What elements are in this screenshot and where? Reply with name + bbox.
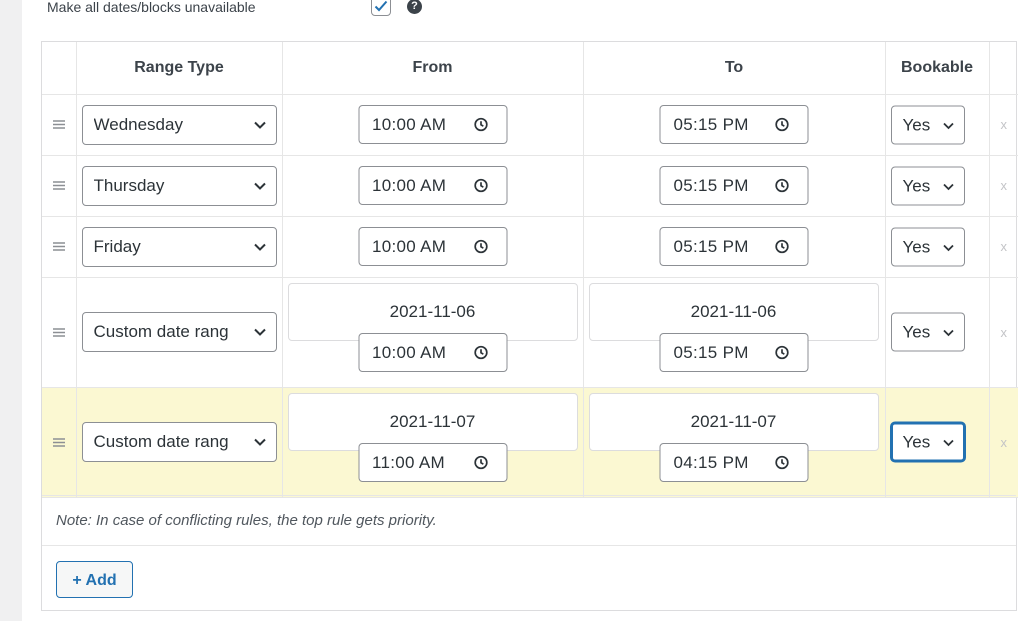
to-time-input[interactable]: 05:15 PM <box>659 165 809 205</box>
range-type-header: Range Type <box>75 42 283 95</box>
chevron-down-icon <box>942 439 954 447</box>
priority-note: Note: In case of conflicting rules, the … <box>42 495 1016 546</box>
drag-handle[interactable] <box>42 93 77 156</box>
table-row: Thursday 10:00 AM 05:15 PM Yes x <box>42 154 1018 217</box>
from-time-input[interactable]: 10:00 AM <box>358 104 507 144</box>
to-cell: 05:15 PM <box>582 154 886 217</box>
make-unavailable-label: Make all dates/blocks unavailable <box>47 0 256 15</box>
to-time-input[interactable]: 05:15 PM <box>659 226 809 266</box>
remove-rule-button[interactable]: x <box>988 215 1018 278</box>
chevron-down-icon <box>942 329 954 337</box>
chevron-down-icon <box>253 182 266 190</box>
bookable-select[interactable]: Yes <box>890 312 965 352</box>
drag-handle-icon <box>52 327 65 337</box>
clock-icon[interactable] <box>775 117 790 132</box>
bookable-select[interactable]: Yes <box>890 227 965 266</box>
bookable-header: Bookable <box>884 42 990 95</box>
drag-handle-icon <box>52 437 65 447</box>
chevron-down-icon <box>253 243 266 251</box>
bookable-cell: Yes <box>884 276 990 388</box>
clock-icon[interactable] <box>473 178 488 193</box>
chevron-down-icon <box>253 438 266 446</box>
drag-handle[interactable] <box>42 276 77 388</box>
to-time-input[interactable]: 04:15 PM <box>659 442 809 482</box>
drag-handle[interactable] <box>42 215 77 278</box>
drag-column-header <box>42 42 77 95</box>
bookable-select[interactable]: Yes <box>890 105 965 144</box>
from-time-input[interactable]: 10:00 AM <box>358 226 507 266</box>
clock-icon[interactable] <box>473 239 488 254</box>
clock-icon[interactable] <box>473 345 488 360</box>
drag-handle[interactable] <box>42 386 77 498</box>
bookable-select[interactable]: Yes <box>890 166 965 205</box>
clock-icon[interactable] <box>775 455 790 470</box>
availability-rules-table: Range Type From To Bookable Wednesday 10… <box>41 41 1018 611</box>
clock-icon[interactable] <box>775 239 790 254</box>
add-rule-button[interactable]: + Add <box>56 561 133 598</box>
from-time-input[interactable]: 10:00 AM <box>358 165 507 205</box>
drag-handle[interactable] <box>42 154 77 217</box>
table-row: Custom date rang 2021-11-07 11:00 AM 202… <box>42 386 1018 498</box>
to-header: To <box>582 42 886 95</box>
clock-icon[interactable] <box>775 345 790 360</box>
chevron-down-icon <box>942 244 954 251</box>
drag-handle-icon <box>52 120 65 129</box>
from-cell: 10:00 AM <box>281 215 584 278</box>
bookable-select[interactable]: Yes <box>890 422 965 462</box>
bookable-cell: Yes <box>884 154 990 217</box>
chevron-down-icon <box>253 121 266 129</box>
from-time-input[interactable]: 10:00 AM <box>358 332 507 372</box>
range-type-cell: Wednesday <box>75 93 283 156</box>
table-row: Wednesday 10:00 AM 05:15 PM Yes x <box>42 93 1018 156</box>
from-cell: 2021-11-07 11:00 AM <box>281 386 584 498</box>
range-type-select[interactable]: Friday <box>81 226 277 267</box>
bookable-cell: Yes <box>884 215 990 278</box>
bookable-cell: Yes <box>884 93 990 156</box>
bookable-cell: Yes <box>884 386 990 498</box>
remove-rule-button[interactable]: x <box>988 386 1018 498</box>
range-type-select[interactable]: Custom date rang <box>81 422 277 462</box>
remove-rule-button[interactable]: x <box>988 93 1018 156</box>
range-type-cell: Custom date rang <box>75 276 283 388</box>
to-cell: 05:15 PM <box>582 215 886 278</box>
clock-icon[interactable] <box>775 178 790 193</box>
to-time-input[interactable]: 05:15 PM <box>659 104 809 144</box>
range-type-select[interactable]: Thursday <box>81 165 277 206</box>
range-type-cell: Friday <box>75 215 283 278</box>
to-cell: 2021-11-07 04:15 PM <box>582 386 886 498</box>
drag-handle-icon <box>52 181 65 190</box>
from-cell: 2021-11-06 10:00 AM <box>281 276 584 388</box>
chevron-down-icon <box>942 122 954 129</box>
range-type-cell: Thursday <box>75 154 283 217</box>
from-cell: 10:00 AM <box>281 93 584 156</box>
table-row: Friday 10:00 AM 05:15 PM Yes x <box>42 215 1018 278</box>
range-type-cell: Custom date rang <box>75 386 283 498</box>
checkmark-icon <box>374 0 388 12</box>
range-type-select[interactable]: Wednesday <box>81 104 277 145</box>
to-time-input[interactable]: 05:15 PM <box>659 332 809 372</box>
chevron-down-icon <box>253 328 266 336</box>
from-time-input[interactable]: 11:00 AM <box>358 442 507 482</box>
chevron-down-icon <box>942 183 954 190</box>
make-unavailable-checkbox[interactable] <box>371 0 391 16</box>
drag-handle-icon <box>52 242 65 251</box>
from-cell: 10:00 AM <box>281 154 584 217</box>
remove-rule-button[interactable]: x <box>988 154 1018 217</box>
to-cell: 2021-11-06 05:15 PM <box>582 276 886 388</box>
clock-icon[interactable] <box>473 455 488 470</box>
remove-rule-button[interactable]: x <box>988 276 1018 388</box>
from-header: From <box>281 42 584 95</box>
table-header-row: Range Type From To Bookable <box>42 42 1018 95</box>
to-cell: 05:15 PM <box>582 93 886 156</box>
table-row: Custom date rang 2021-11-06 10:00 AM 202… <box>42 276 1018 388</box>
clock-icon[interactable] <box>473 117 488 132</box>
remove-column-header <box>988 42 1018 95</box>
range-type-select[interactable]: Custom date rang <box>81 312 277 352</box>
